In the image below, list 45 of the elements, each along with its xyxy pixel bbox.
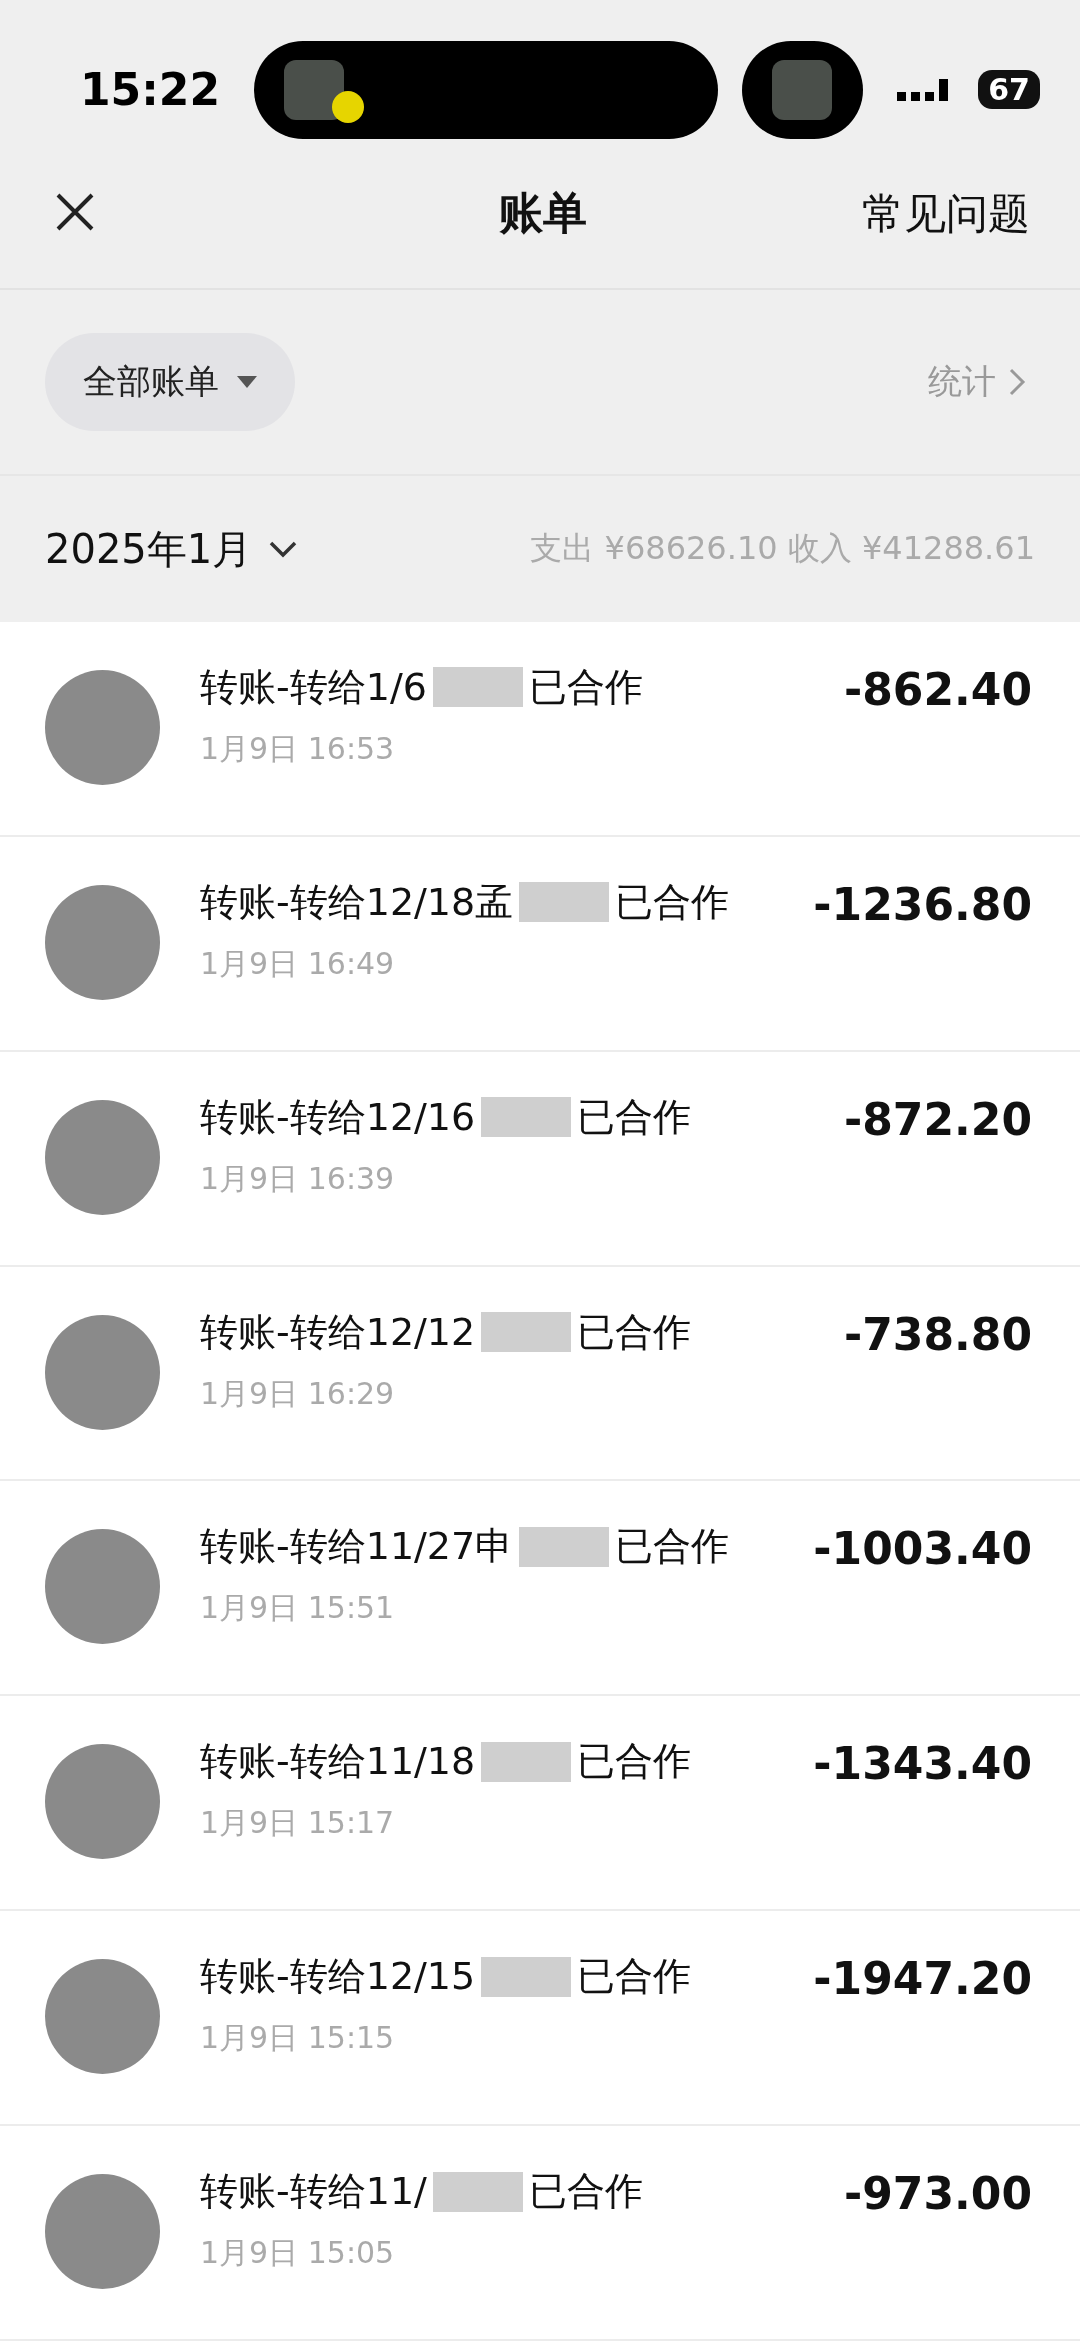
month-summary: 支出 ¥68626.10 收入 ¥41288.61 xyxy=(530,528,1035,570)
bill-title: 已合作 xyxy=(577,1953,692,2001)
bill-title: 转账-转给11/27申 xyxy=(200,1523,514,1571)
bill-title: 已合作 xyxy=(577,1093,692,1141)
bill-amount: -1343.40 xyxy=(813,1738,1032,1790)
bill-time: 1月9日 16:39 xyxy=(200,1159,396,1198)
bill-amount: -872.20 xyxy=(843,1093,1032,1145)
chevron-right-icon xyxy=(1008,366,1026,397)
photo-placeholder xyxy=(772,59,833,120)
bill-time: 1月9日 15:51 xyxy=(200,1589,396,1628)
faq-link[interactable]: 常见问题 xyxy=(862,185,1030,242)
bill-time: 1月9日 16:49 xyxy=(200,944,396,983)
chevron-down-icon xyxy=(268,539,299,560)
photo-placeholder xyxy=(283,59,344,120)
bill-title: 已合作 xyxy=(577,1308,692,1356)
bill-title: 已合作 xyxy=(615,878,730,926)
bill-amount: -738.80 xyxy=(843,1308,1032,1360)
page-title: 账单 xyxy=(498,186,587,241)
bill-time: 1月9日 16:53 xyxy=(200,729,396,768)
bill-time: 1月9日 15:15 xyxy=(200,2019,396,2058)
bill-title: 已合作 xyxy=(528,2168,643,2216)
bill-title: 转账-转给12/18孟 xyxy=(200,878,514,926)
close-icon[interactable] xyxy=(55,191,95,232)
bill-title: 转账-转给12/15 xyxy=(200,1953,476,2001)
bill-title: 已合作 xyxy=(577,1738,692,1786)
bill-title: 转账-转给11/ xyxy=(200,2168,427,2216)
status-time: 15:22 xyxy=(80,64,222,116)
bill-title: 转账-转给11/18 xyxy=(200,1738,476,1786)
bill-time: 1月9日 15:17 xyxy=(200,1804,396,1843)
bill-title: 已合作 xyxy=(528,663,643,711)
bill-title: 转账-转给1/6 xyxy=(200,663,427,711)
bill-title: 已合作 xyxy=(615,1523,730,1571)
bill-amount: -1947.20 xyxy=(813,1953,1032,2005)
bill-filter-dropdown[interactable]: 全部账单 xyxy=(45,332,295,431)
bill-time: 1月9日 16:29 xyxy=(200,1374,396,1413)
bill-amount: -1236.80 xyxy=(813,878,1032,930)
signal-icon xyxy=(897,78,949,101)
bill-title: 转账-转给12/16 xyxy=(200,1093,476,1141)
bill-time: 1月9日 15:05 xyxy=(200,2234,396,2273)
bill-title: 转账-转给12/12 xyxy=(200,1308,476,1356)
bill-amount: -862.40 xyxy=(843,663,1032,715)
bill-amount: -973.00 xyxy=(843,2168,1032,2220)
battery-level: 67 xyxy=(978,70,1040,110)
bill-amount: -1003.40 xyxy=(813,1523,1032,1575)
month-selector[interactable]: 2025年1月 xyxy=(45,521,299,577)
